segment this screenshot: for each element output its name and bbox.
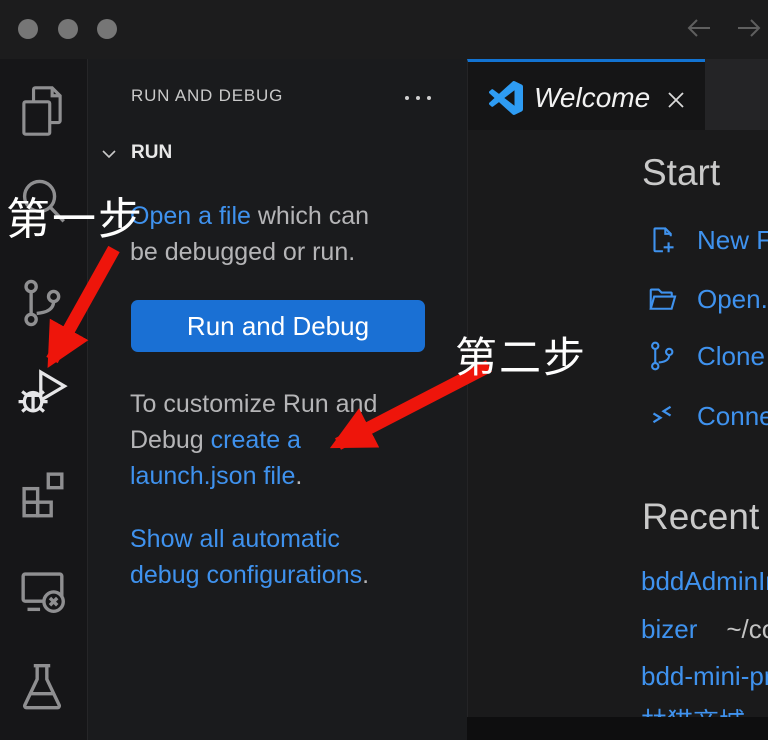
start-open[interactable]: Open... [644, 281, 768, 317]
editor-bottom-strip [467, 717, 768, 740]
recent-item-name[interactable]: bizer [641, 614, 697, 645]
tab-title: Welcome [534, 82, 650, 114]
recent-item-name[interactable]: 林猫商城 [641, 702, 745, 717]
start-connect[interactable]: Connect to... [644, 398, 768, 434]
start-heading: Start [642, 152, 720, 194]
welcome-page: Start New File... Open... [467, 130, 768, 717]
more-actions-icon[interactable] [403, 92, 433, 104]
run-section-header[interactable]: RUN [131, 142, 172, 164]
start-clone[interactable]: Clone Git Repository... [644, 338, 768, 374]
customize-hint: To customize Run and Debug create a laun… [130, 386, 440, 494]
open-a-file-link[interactable]: Open a file [130, 202, 251, 230]
recent-item[interactable]: bddAdminImage [641, 566, 768, 597]
recent-heading: Recent [642, 496, 759, 538]
run-and-debug-icon[interactable] [13, 362, 71, 420]
titlebar [0, 0, 768, 59]
start-link-label[interactable]: Connect to... [697, 401, 768, 432]
show-configs-hint: Show all automatic debug configurations. [130, 521, 440, 593]
navigate-back-icon[interactable] [685, 15, 713, 41]
recent-item[interactable]: 林猫商城 [641, 702, 768, 717]
start-link-label[interactable]: New File... [697, 225, 768, 256]
start-link-label[interactable]: Clone Git Repository... [697, 341, 768, 372]
remote-connect-icon [644, 398, 680, 434]
show-automatic-configs-link[interactable]: Show all automatic [130, 525, 340, 553]
testing-icon[interactable] [13, 657, 71, 715]
recent-item-name[interactable]: bdd-mini-program [641, 661, 768, 692]
start-new-file[interactable]: New File... [644, 222, 768, 258]
show-automatic-configs-link-line2[interactable]: debug configurations [130, 561, 362, 589]
close-tab-icon[interactable] [664, 88, 688, 112]
run-and-debug-panel: RUN AND DEBUG RUN Open a file which can … [88, 59, 467, 740]
annotation-step1: 第一步 [6, 183, 144, 247]
create-launch-json-link-line2[interactable]: launch.json file [130, 462, 295, 490]
open-file-hint: Open a file which can be debugged or run… [130, 198, 440, 270]
remote-explorer-icon[interactable] [13, 562, 71, 620]
start-link-label[interactable]: Open... [697, 284, 768, 315]
new-file-icon [644, 222, 680, 258]
recent-item-name[interactable]: bddAdminImage [641, 566, 768, 597]
vscode-window: RUN AND DEBUG RUN Open a file which can … [0, 0, 768, 740]
window-close-button[interactable] [18, 19, 38, 39]
vscode-logo-icon [489, 81, 523, 115]
window-minimize-button[interactable] [58, 19, 78, 39]
recent-item[interactable]: bizer ~/code [641, 614, 768, 645]
tab-strip [705, 59, 768, 130]
recent-item[interactable]: bdd-mini-program [641, 661, 768, 692]
recent-item-path: ~/code [726, 614, 768, 645]
window-zoom-button[interactable] [97, 19, 117, 39]
annotation-step2: 第二步 [455, 324, 587, 385]
clone-repository-icon [644, 338, 680, 374]
source-control-icon[interactable] [13, 274, 71, 332]
chevron-down-icon[interactable] [98, 143, 120, 165]
run-and-debug-button[interactable]: Run and Debug [131, 300, 425, 352]
open-folder-icon [644, 281, 680, 317]
panel-title: RUN AND DEBUG [131, 86, 283, 106]
explorer-icon[interactable] [13, 81, 71, 139]
tab-welcome[interactable]: Welcome [467, 59, 705, 130]
create-launch-json-link[interactable]: create a [211, 426, 301, 454]
activity-bar [0, 59, 88, 740]
extensions-icon[interactable] [13, 464, 71, 522]
navigate-forward-icon[interactable] [735, 15, 763, 41]
